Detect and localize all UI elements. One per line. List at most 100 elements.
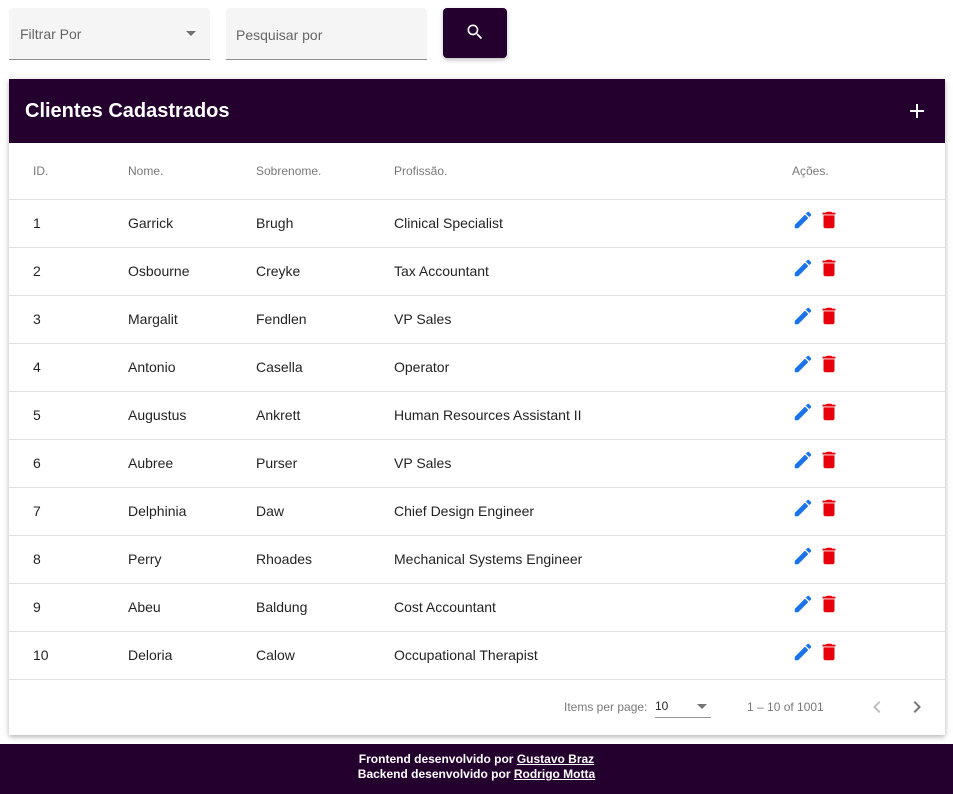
footer-backend-prefix: Backend desenvolvido por	[357, 767, 511, 781]
cell-nome: Osbourne	[128, 247, 256, 296]
cell-nome: Abeu	[128, 583, 256, 632]
edit-icon[interactable]	[792, 305, 814, 327]
table-row: 2 Osbourne Creyke Tax Accountant	[9, 247, 945, 296]
range-label: 1 – 10 of 1001	[747, 700, 824, 714]
cell-profissao: Chief Design Engineer	[394, 487, 792, 536]
delete-icon[interactable]	[818, 353, 840, 375]
cell-sobrenome: Casella	[256, 343, 394, 392]
cell-profissao: Human Resources Assistant II	[394, 391, 792, 440]
row-actions	[792, 497, 945, 519]
items-per-page-value: 10	[655, 699, 669, 713]
footer-frontend-author-link[interactable]: Gustavo Braz	[517, 752, 594, 766]
cell-nome: Perry	[128, 535, 256, 584]
cell-id: 8	[9, 535, 128, 584]
cell-id: 6	[9, 439, 128, 488]
footer: Frontend desenvolvido por Gustavo Braz B…	[0, 744, 953, 794]
cell-nome: Margalit	[128, 295, 256, 344]
cell-profissao: VP Sales	[394, 295, 792, 344]
edit-icon[interactable]	[792, 401, 814, 423]
footer-backend-author-link[interactable]: Rodrigo Motta	[514, 767, 595, 781]
footer-backend-line: Backend desenvolvido por Rodrigo Motta	[0, 767, 953, 782]
edit-icon[interactable]	[792, 257, 814, 279]
edit-icon[interactable]	[792, 497, 814, 519]
table-row: 7 Delphinia Daw Chief Design Engineer	[9, 487, 945, 536]
table-row: 1 Garrick Brugh Clinical Specialist	[9, 199, 945, 248]
cell-id: 10	[9, 631, 128, 680]
cell-nome: Aubree	[128, 439, 256, 488]
edit-icon[interactable]	[792, 641, 814, 663]
table-row: 8 Perry Rhoades Mechanical Systems Engineer	[9, 535, 945, 584]
cell-sobrenome: Rhoades	[256, 535, 394, 584]
search-input[interactable]	[226, 8, 427, 59]
cell-acoes	[792, 535, 945, 584]
cell-acoes	[792, 199, 945, 248]
header-profissao: Profissão.	[394, 143, 792, 200]
cell-sobrenome: Ankrett	[256, 391, 394, 440]
table-header-row: ID. Nome. Sobrenome. Profissão. Ações.	[9, 143, 945, 200]
table-row: 3 Margalit Fendlen VP Sales	[9, 295, 945, 344]
previous-page-button[interactable]	[865, 693, 889, 721]
add-client-button[interactable]	[901, 95, 933, 127]
delete-icon[interactable]	[818, 209, 840, 231]
filter-select[interactable]: Filtrar Por	[9, 8, 210, 60]
edit-icon[interactable]	[792, 353, 814, 375]
card-title: Clientes Cadastrados	[25, 100, 230, 122]
delete-icon[interactable]	[818, 641, 840, 663]
delete-icon[interactable]	[818, 401, 840, 423]
row-actions	[792, 353, 945, 375]
cell-sobrenome: Baldung	[256, 583, 394, 632]
cell-acoes	[792, 343, 945, 392]
cell-profissao: VP Sales	[394, 439, 792, 488]
edit-icon[interactable]	[792, 209, 814, 231]
row-actions	[792, 401, 945, 423]
header-nome: Nome.	[128, 143, 256, 200]
cell-acoes	[792, 487, 945, 536]
cell-sobrenome: Fendlen	[256, 295, 394, 344]
chevron-left-icon	[873, 701, 881, 713]
table-row: 4 Antonio Casella Operator	[9, 343, 945, 392]
edit-icon[interactable]	[792, 593, 814, 615]
header-id: ID.	[9, 143, 128, 200]
row-actions	[792, 641, 945, 663]
cell-profissao: Occupational Therapist	[394, 631, 792, 680]
card-header: Clientes Cadastrados	[9, 79, 945, 143]
cell-profissao: Clinical Specialist	[394, 199, 792, 248]
cell-acoes	[792, 391, 945, 440]
delete-icon[interactable]	[818, 305, 840, 327]
row-actions	[792, 257, 945, 279]
cell-sobrenome: Brugh	[256, 199, 394, 248]
table-row: 5 Augustus Ankrett Human Resources Assistan…	[9, 391, 945, 440]
delete-icon[interactable]	[818, 545, 840, 567]
header-acoes: Ações.	[792, 143, 945, 200]
clients-card: Clientes Cadastrados ID. Nome. Sobrenome…	[9, 79, 945, 735]
cell-nome: Augustus	[128, 391, 256, 440]
header-sobrenome: Sobrenome.	[256, 143, 394, 200]
footer-frontend-line: Frontend desenvolvido por Gustavo Braz	[0, 752, 953, 767]
items-per-page-select[interactable]: 10	[655, 696, 711, 718]
delete-icon[interactable]	[818, 257, 840, 279]
cell-nome: Deloria	[128, 631, 256, 680]
row-actions	[792, 209, 945, 231]
delete-icon[interactable]	[818, 593, 840, 615]
cell-id: 7	[9, 487, 128, 536]
cell-acoes	[792, 583, 945, 632]
paginator: Items per page: 10 1 – 10 of 1001	[9, 679, 945, 735]
row-actions	[792, 305, 945, 327]
cell-nome: Garrick	[128, 199, 256, 248]
table-row: 9 Abeu Baldung Cost Accountant	[9, 583, 945, 632]
search-button[interactable]	[443, 8, 507, 58]
cell-acoes	[792, 247, 945, 296]
delete-icon[interactable]	[818, 449, 840, 471]
table-row: 6 Aubree Purser VP Sales	[9, 439, 945, 488]
row-actions	[792, 593, 945, 615]
chevron-right-icon	[913, 701, 921, 713]
cell-acoes	[792, 439, 945, 488]
next-page-button[interactable]	[905, 693, 929, 721]
filter-select-label: Filtrar Por	[20, 26, 82, 42]
search-field[interactable]	[226, 8, 427, 60]
delete-icon[interactable]	[818, 497, 840, 519]
edit-icon[interactable]	[792, 545, 814, 567]
edit-icon[interactable]	[792, 449, 814, 471]
row-actions	[792, 449, 945, 471]
clients-table: ID. Nome. Sobrenome. Profissão. Ações. 1…	[9, 143, 945, 680]
